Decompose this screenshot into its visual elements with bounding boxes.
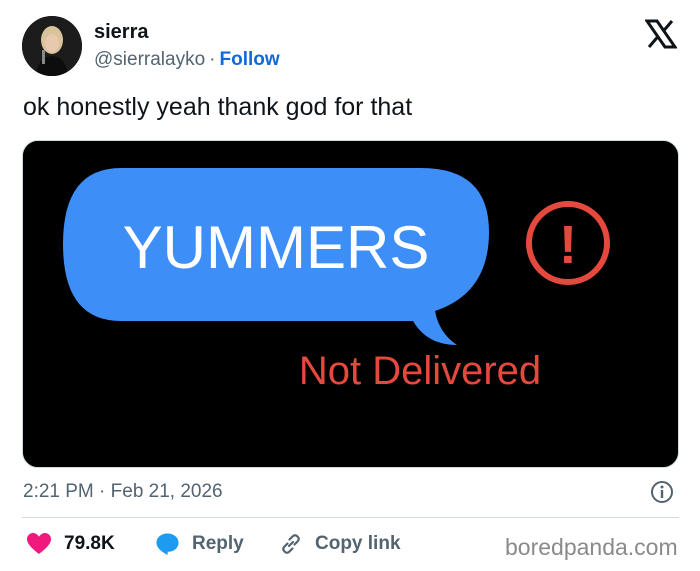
- follow-button[interactable]: Follow: [219, 49, 279, 70]
- boredpanda-watermark: boredpanda.com: [505, 534, 678, 560]
- profile-photo-icon: [22, 16, 82, 76]
- reply-label: Reply: [192, 533, 244, 554]
- tweet-media-image[interactable]: YUMMERS ! Not Delivered: [22, 140, 679, 468]
- author-handle-row: @sierralayko · Follow: [94, 49, 280, 71]
- x-logo-icon[interactable]: [645, 19, 677, 49]
- like-count: 79.8K: [64, 533, 115, 554]
- bubble-text: YUMMERS: [123, 214, 430, 281]
- reply-button[interactable]: Reply: [155, 531, 244, 557]
- like-button[interactable]: 79.8K: [26, 531, 115, 557]
- copy-link-button[interactable]: Copy link: [279, 531, 401, 557]
- separator-dot: ·: [209, 49, 216, 70]
- copy-link-label: Copy link: [315, 533, 401, 554]
- author-name[interactable]: sierra: [94, 21, 149, 44]
- divider: [22, 517, 679, 518]
- heart-icon: [27, 533, 51, 554]
- info-icon[interactable]: [650, 480, 674, 504]
- alert-glyph: !: [559, 215, 577, 275]
- not-delivered-status: Not Delivered: [299, 349, 541, 393]
- tweet-timestamp[interactable]: 2:21 PM · Feb 21, 2026: [23, 481, 223, 503]
- tweet-embed-card: sierra @sierralayko · Follow ok honestly y…: [0, 0, 700, 571]
- message-screenshot: YUMMERS ! Not Delivered: [23, 141, 678, 467]
- reply-bubble-icon: [156, 533, 179, 555]
- tweet-text: ok honestly yeah thank god for that: [23, 93, 413, 121]
- author-avatar[interactable]: [22, 16, 82, 76]
- author-handle[interactable]: @sierralayko: [94, 49, 205, 70]
- link-icon: [282, 534, 300, 554]
